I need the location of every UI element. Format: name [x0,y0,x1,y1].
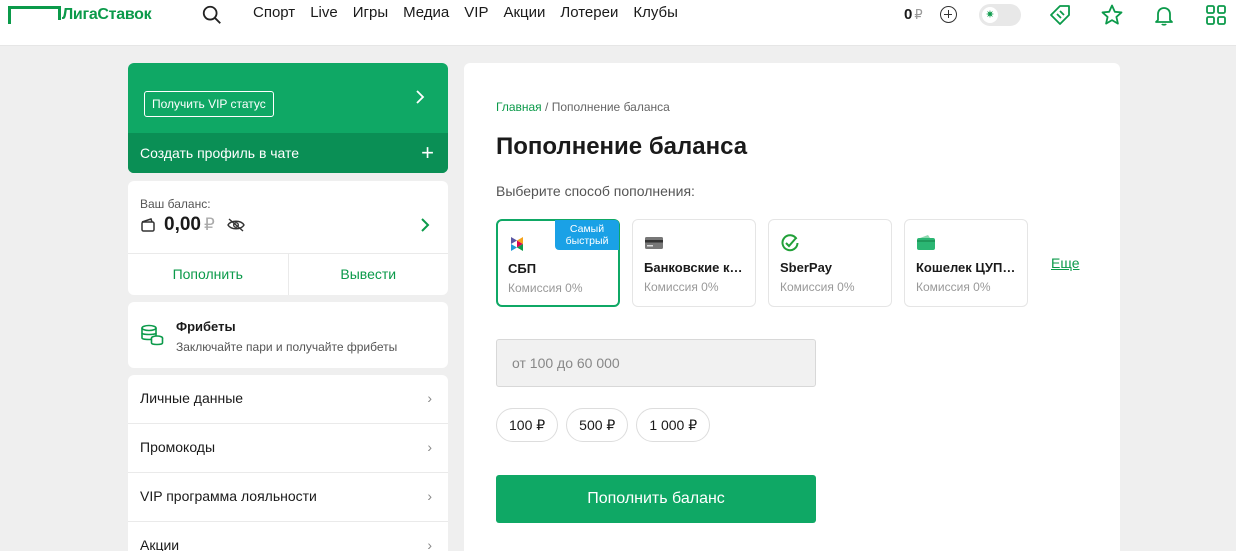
breadcrumb-home-link[interactable]: Главная [496,100,542,114]
menu-item-label: VIP программа лояльности [140,488,317,504]
logo-text: ЛигаСтавок [62,6,152,23]
menu-item-promocodes[interactable]: Промокоды › [128,424,448,473]
page-title: Пополнение баланса [496,133,748,160]
payment-method-cupis-wallet[interactable]: Кошелек ЦУПИС Комиссия 0% [904,219,1028,307]
nav-item-vip[interactable]: VIP [464,4,488,22]
payment-method-name: Банковские карты [644,260,748,275]
payment-method-fee: Комиссия 0% [644,280,719,294]
header-balance-currency: ₽ [914,7,923,22]
nav-item-lotteries[interactable]: Лотереи [560,4,618,22]
breadcrumb-separator: / [545,100,549,114]
menu-item-label: Акции [140,537,180,551]
balance-currency: ₽ [203,215,215,234]
bell-icon[interactable] [1152,3,1176,27]
menu-item-personal-data[interactable]: Личные данные › [128,375,448,424]
payment-method-name: Кошелек ЦУПИС [916,260,1020,275]
deposit-button[interactable]: Пополнить [128,254,288,295]
add-funds-icon[interactable] [940,6,957,23]
freebets-card[interactable]: Фрибеты Заключайте пари и получайте фриб… [128,302,448,368]
chevron-right-icon [416,90,425,104]
main-nav: Спорт Live Игры Медиа VIP Акции Лотереи … [253,4,693,22]
submit-deposit-button[interactable]: Пополнить баланс [496,475,816,523]
fastest-badge: Самый быстрый [555,220,619,250]
breadcrumb-current: Пополнение баланса [551,100,670,114]
wallet-icon [917,235,935,250]
freebets-subtitle: Заключайте пари и получайте фрибеты [176,340,398,354]
card-icon [645,237,663,249]
chevron-right-icon: › [427,390,432,406]
menu-item-label: Промокоды [140,439,216,455]
amount-preset-1000[interactable]: 1 000 ₽ [636,408,711,442]
balance-value: 0,00 [164,214,201,235]
nav-item-sport[interactable]: Спорт [253,4,295,22]
payment-method-sberpay[interactable]: SberPay Комиссия 0% [768,219,892,307]
plus-icon: + [421,140,434,165]
freebets-title: Фрибеты [176,319,236,334]
amount-preset-100[interactable]: 100 ₽ [496,408,559,442]
star-icon[interactable] [1100,3,1124,27]
vip-card[interactable]: Получить VIP статус Создать профиль в ча… [128,63,448,173]
top-header: ЛигаСтавок Спорт Live Игры Медиа VIP Акц… [0,0,1236,46]
amount-preset-500[interactable]: 500 ₽ [566,408,629,442]
logo[interactable]: ЛигаСтавок [8,4,152,26]
menu-item-promotions[interactable]: Акции › [128,522,448,551]
balance-card: Ваш баланс: 0,00 ₽ Пополнить Вывести [128,181,448,295]
nav-item-media[interactable]: Медиа [403,4,449,22]
chevron-right-icon: › [427,537,432,551]
deposit-panel: Главная / Пополнение баланса Пополнение … [464,63,1120,551]
balance-row: 0,00 ₽ [140,214,245,236]
menu-item-vip-loyalty[interactable]: VIP программа лояльности › [128,473,448,522]
sberpay-icon [781,234,799,252]
grid-menu-icon[interactable] [1204,3,1228,27]
withdraw-button[interactable]: Вывести [287,254,449,295]
balance-actions: Пополнить Вывести [128,253,448,295]
chevron-right-icon[interactable] [420,217,430,233]
sbp-icon [511,237,523,251]
coins-icon [141,324,164,346]
payment-methods: Самый быстрый СБП Комиссия 0% Банковские… [496,219,1040,307]
logo-mark-icon [8,6,61,24]
nav-item-promotions[interactable]: Акции [503,4,545,22]
account-menu: Личные данные › Промокоды › VIP программ… [128,375,448,551]
breadcrumb: Главная / Пополнение баланса [496,100,670,114]
payment-method-fee: Комиссия 0% [780,280,855,294]
header-balance[interactable]: 0 ₽ [904,6,923,23]
payment-method-fee: Комиссия 0% [508,281,583,295]
payment-method-fee: Комиссия 0% [916,280,991,294]
amount-input[interactable] [496,339,816,387]
header-balance-value: 0 [904,6,913,23]
coupon-icon[interactable] [1048,3,1072,27]
nav-item-live[interactable]: Live [310,4,338,22]
sun-icon: ✷ [982,7,998,23]
wallet-icon [141,218,155,232]
search-icon[interactable] [201,4,223,26]
payment-method-bank-cards[interactable]: Банковские карты Комиссия 0% [632,219,756,307]
nav-item-games[interactable]: Игры [353,4,388,22]
balance-label: Ваш баланс: [140,197,211,211]
nav-item-clubs[interactable]: Клубы [633,4,678,22]
page-subtitle: Выберите способ пополнения: [496,183,695,199]
create-chat-profile[interactable]: Создать профиль в чате + [128,133,448,173]
more-methods-link[interactable]: Еще [1051,255,1080,271]
theme-toggle[interactable]: ✷ [979,4,1021,26]
amount-presets: 100 ₽ 500 ₽ 1 000 ₽ [496,408,718,442]
chevron-right-icon: › [427,439,432,455]
create-chat-profile-label: Создать профиль в чате [140,145,300,161]
payment-method-sbp[interactable]: Самый быстрый СБП Комиссия 0% [496,219,620,307]
payment-method-name: СБП [508,261,537,276]
menu-item-label: Личные данные [140,390,244,406]
eye-off-icon[interactable] [226,218,245,232]
payment-method-name: SberPay [780,260,833,275]
get-vip-button[interactable]: Получить VIP статус [144,91,274,117]
chevron-right-icon: › [427,488,432,504]
